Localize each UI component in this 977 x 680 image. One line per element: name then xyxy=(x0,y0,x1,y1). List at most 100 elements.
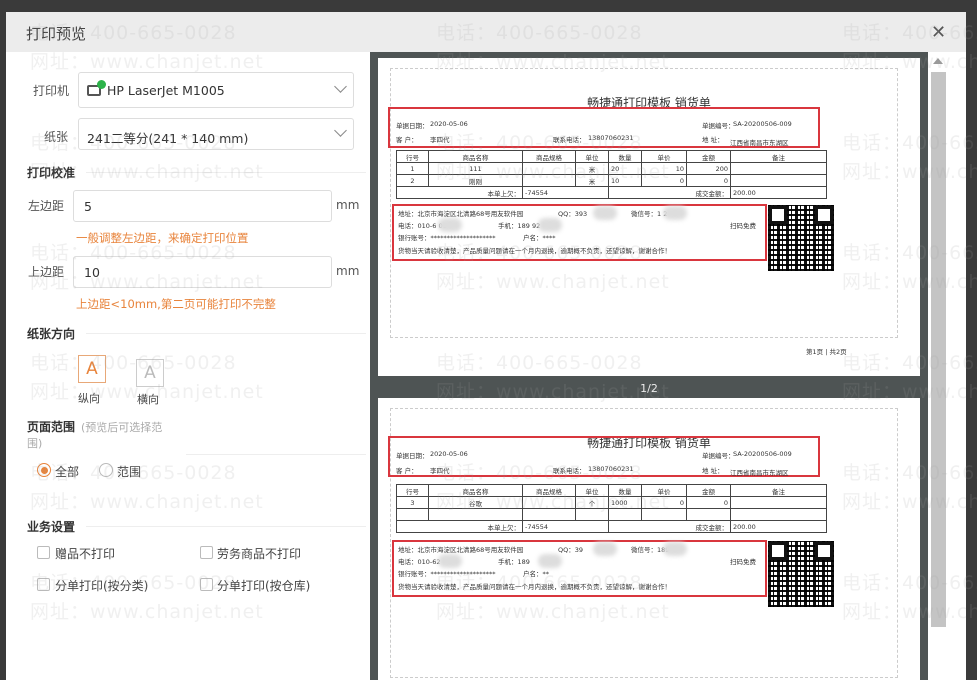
range-all-radio[interactable] xyxy=(37,463,51,477)
table-header-cell: 商品规格 xyxy=(522,150,576,163)
table-header-cell: 行号 xyxy=(396,484,429,497)
checkbox-service[interactable] xyxy=(200,546,213,559)
preview-page: 畅捷通打印模板 销货单 单据日期： 2020-05-06 单据编号： SA-2020… xyxy=(378,58,920,376)
top-margin-hint: 上边距<10mm,第二页可能打印不完整 xyxy=(76,297,276,311)
landscape-option[interactable]: A xyxy=(136,359,164,387)
table-header-cell: 行号 xyxy=(396,150,429,163)
customer-value: 李四代 xyxy=(430,136,450,144)
table-header-cell: 数量 xyxy=(608,484,642,497)
address-label: 地 址： xyxy=(702,467,724,475)
portrait-option[interactable]: A xyxy=(78,355,106,383)
landscape-label: 横向 xyxy=(137,393,159,406)
table-cell xyxy=(730,496,827,509)
scan-label: 扫码免费 xyxy=(730,222,756,230)
printer-select[interactable]: HP LaserJet M1005 xyxy=(78,72,354,108)
preview-area[interactable]: 畅捷通打印模板 销货单 单据日期： 2020-05-06 单据编号： SA-2020… xyxy=(370,52,928,680)
table-cell xyxy=(641,508,687,521)
table-cell: 个 xyxy=(575,496,609,509)
orientation-title: 纸张方向 xyxy=(27,327,76,341)
bank-account: 银行账号：******************** xyxy=(398,570,496,578)
total-value: 200.00 xyxy=(730,186,827,199)
wechat: 微信号：1 2 xyxy=(631,210,668,218)
account-name: 户名：** xyxy=(523,570,549,578)
table-cell: 米 xyxy=(575,174,609,187)
preview-scrollbar[interactable] xyxy=(928,52,948,680)
table-header-cell: 商品名称 xyxy=(428,484,523,497)
company-address: 地址：北京市海淀区北清路68号用友软件园 xyxy=(398,546,524,554)
phone-label: 联系电话： xyxy=(553,467,586,475)
mobile: 手机：189 xyxy=(498,558,530,566)
table-header-cell: 单位 xyxy=(575,484,609,497)
chevron-down-icon xyxy=(334,80,347,93)
table-cell: 0 xyxy=(686,174,731,187)
table-cell: 10 xyxy=(641,162,687,175)
table-cell: 0 xyxy=(641,174,687,187)
dialog-header: 打印预览 ✕ xyxy=(6,12,966,52)
customer-label: 客 户： xyxy=(396,136,418,144)
scroll-thumb[interactable] xyxy=(931,72,946,627)
phone-value: 13807060231 xyxy=(588,134,634,142)
total-label: 成交金额： xyxy=(608,520,731,533)
debt-value: -74554 xyxy=(522,186,609,199)
table-cell xyxy=(522,496,576,509)
left-margin-label: 左边距 xyxy=(28,199,65,213)
table-cell: 谷歌 xyxy=(428,496,523,509)
table-cell: 米 xyxy=(575,162,609,175)
company-address: 地址：北京市海淀区北清路68号用友软件园 xyxy=(398,210,524,218)
table-header-cell: 单位 xyxy=(575,150,609,163)
scroll-up-arrow-icon[interactable] xyxy=(933,58,943,64)
top-margin-unit: mm xyxy=(336,264,360,278)
table-cell xyxy=(396,508,429,521)
printer-check-icon xyxy=(87,80,106,96)
date-label: 单据日期： xyxy=(396,452,429,460)
range-note: (预览后可选择范 xyxy=(81,421,163,434)
watermark-website: 网址：www.chanjet.net xyxy=(30,601,264,623)
table-header-cell: 单价 xyxy=(641,484,687,497)
checkbox-gift-label: 赠品不打印 xyxy=(55,547,116,561)
range-custom-radio[interactable] xyxy=(99,463,113,477)
doc-no-label: 单据编号： xyxy=(702,452,735,460)
table-header-cell: 单价 xyxy=(641,150,687,163)
top-margin-input[interactable]: 10 xyxy=(73,256,332,288)
phone-label: 联系电话： xyxy=(553,136,586,144)
items-table: 行号 商品名称 商品规格 单位 数量 单价 金额 备注 3 谷歌个 1000 0 0 本单上欠： -7455… xyxy=(396,484,827,533)
printer-value: HP LaserJet M1005 xyxy=(107,83,225,98)
table-header-cell: 商品规格 xyxy=(522,484,576,497)
scan-label: 扫码免费 xyxy=(730,558,756,566)
page-footer: 第1页 | 共2页 xyxy=(806,348,847,356)
table-cell xyxy=(730,508,827,521)
calibration-title: 打印校准 xyxy=(27,166,76,180)
table-header-cell: 备注 xyxy=(730,150,827,163)
customer-value: 李四代 xyxy=(430,467,450,475)
table-row: 2 刚刚米 10 0 0 xyxy=(396,174,827,187)
phone-value: 13807060231 xyxy=(588,465,634,473)
telephone: 电话：010-62 xyxy=(398,558,441,566)
table-cell: 0 xyxy=(641,496,687,509)
portrait-label: 纵向 xyxy=(78,392,100,405)
close-icon[interactable]: ✕ xyxy=(931,22,946,43)
range-all-label: 全部 xyxy=(55,465,80,479)
customer-label: 客 户： xyxy=(396,467,418,475)
table-header-cell: 金额 xyxy=(686,150,731,163)
checkbox-gift[interactable] xyxy=(37,546,50,559)
notice: 货物当天请验收清楚，产品质量问题请在一个月内退换，逾期概不负责，还望谅解，谢谢合… xyxy=(398,247,671,255)
left-margin-input[interactable]: 5 xyxy=(73,190,332,222)
paper-select[interactable]: 241二等分(241 * 140 mm) xyxy=(78,118,354,150)
doc-no-value: SA-20200506-009 xyxy=(733,450,792,458)
table-summary-row: 本单上欠： -74554 成交金额： 200.00 xyxy=(396,520,827,533)
checkbox-split-warehouse[interactable] xyxy=(200,578,213,591)
table-summary-row: 本单上欠： -74554 成交金额： 200.00 xyxy=(396,186,827,199)
table-row: 3 谷歌个 1000 0 0 xyxy=(396,496,827,509)
table-cell: 刚刚 xyxy=(428,174,523,187)
account-name: 户名：**** xyxy=(523,234,556,242)
printer-label: 打印机 xyxy=(33,84,70,98)
date-label: 单据日期： xyxy=(396,122,429,130)
table-cell xyxy=(686,508,731,521)
checkbox-split-category[interactable] xyxy=(37,578,50,591)
doc-no-label: 单据编号： xyxy=(702,122,735,130)
business-title: 业务设置 xyxy=(27,520,76,534)
date-value: 2020-05-06 xyxy=(430,120,468,128)
table-cell: 2 xyxy=(396,174,429,187)
paper-label: 纸张 xyxy=(44,130,69,144)
table-cell: 1 xyxy=(396,162,429,175)
